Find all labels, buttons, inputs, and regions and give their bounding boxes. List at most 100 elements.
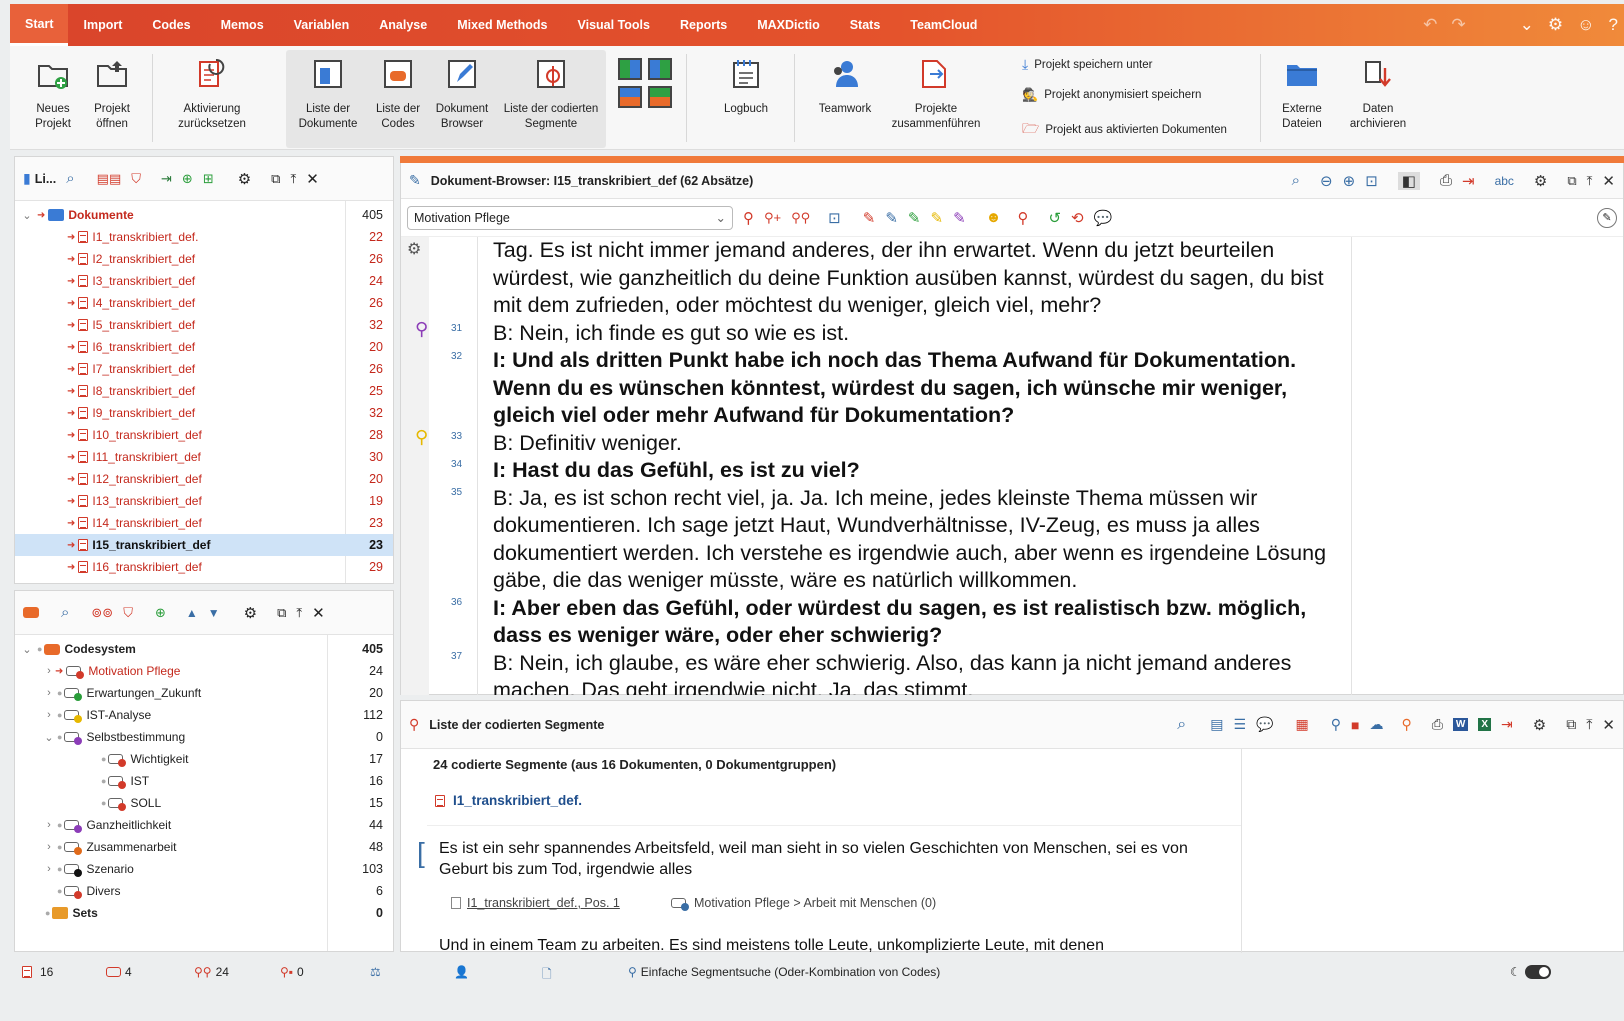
- overview-icon[interactable]: ▦: [1295, 716, 1308, 733]
- menu-tab-start[interactable]: Start: [10, 4, 69, 46]
- document-row[interactable]: ➜ I15_transkribiert_def 23: [15, 534, 393, 556]
- chevron-down-icon[interactable]: ⌄: [21, 643, 33, 656]
- status-segments[interactable]: ⚲⚲ 24: [194, 965, 229, 979]
- document-text-area[interactable]: ⚙ ⚲ ⚲ Tag. Es ist nicht immer jemand and…: [401, 237, 1351, 695]
- code-row[interactable]: ● SOLL 15: [15, 792, 393, 814]
- menu-tab-import[interactable]: Import: [68, 4, 137, 46]
- segment-card-1[interactable]: [ Es ist ein sehr spannendes Arbeitsfeld…: [417, 825, 1241, 915]
- maximize-icon[interactable]: ⤒: [1587, 173, 1593, 189]
- document-row[interactable]: ➜ I7_transkribiert_def 26: [15, 358, 393, 380]
- status-search-mode[interactable]: ⚲ Einfache Segmentsuche (Oder-Kombination…: [628, 965, 940, 979]
- code-row[interactable]: › ● IST-Analyse 112: [15, 704, 393, 726]
- highlight-green-icon[interactable]: ✎: [908, 209, 921, 227]
- undock-icon[interactable]: ⧉: [1566, 716, 1576, 733]
- symbol-code-icon[interactable]: ⚲: [1017, 209, 1028, 227]
- external-files-button[interactable]: Externe Dateien: [1272, 46, 1332, 150]
- zoom-in-icon[interactable]: ⊕: [1343, 172, 1356, 190]
- menu-tab-variablen[interactable]: Variablen: [279, 4, 365, 46]
- code-row[interactable]: ● IST 16: [15, 770, 393, 792]
- code-row[interactable]: ● Wichtigkeit 17: [15, 748, 393, 770]
- code-row[interactable]: › ➜ Motivation Pflege 24: [15, 660, 393, 682]
- highlight-red-icon[interactable]: ✎: [863, 209, 876, 227]
- document-row[interactable]: ➜ I5_transkribiert_def 32: [15, 314, 393, 336]
- document-row[interactable]: ➜ I3_transkribiert_def 24: [15, 270, 393, 292]
- document-row[interactable]: ➜ I4_transkribiert_def 26: [15, 292, 393, 314]
- status-user[interactable]: 👤: [454, 965, 469, 979]
- search-icon[interactable]: ⌕: [66, 170, 74, 187]
- code-row[interactable]: › ● Erwartungen_Zukunft 20: [15, 682, 393, 704]
- redo-icon[interactable]: ↷: [1451, 15, 1465, 35]
- gear-icon[interactable]: ⚙: [407, 239, 421, 259]
- document-row[interactable]: ➜ I13_transkribiert_def 19: [15, 490, 393, 512]
- layout-tiles-button[interactable]: [614, 46, 674, 150]
- chevron-right-icon[interactable]: ›: [43, 687, 55, 699]
- document-row[interactable]: ➜ I12_transkribiert_def 20: [15, 468, 393, 490]
- export-icon[interactable]: ⇥: [1501, 716, 1513, 733]
- menu-tab-reports[interactable]: Reports: [665, 4, 742, 46]
- code-row[interactable]: ● Divers 6: [15, 880, 393, 902]
- settings-gear-icon[interactable]: ⚙: [1548, 15, 1563, 35]
- code-add-icon[interactable]: ⚲: [1331, 716, 1341, 733]
- new-code-icon[interactable]: ⊕: [155, 605, 166, 621]
- new-group-icon[interactable]: ⊞: [203, 171, 214, 187]
- undock-icon[interactable]: ⧉: [1567, 173, 1576, 189]
- code-root-row[interactable]: ⌄ ● Codesystem 405: [15, 638, 393, 660]
- segment-1-source-link[interactable]: I1_transkribiert_def., Pos. 1: [467, 896, 620, 910]
- code-with-many-icon[interactable]: ⚲⚲: [791, 210, 810, 226]
- edit-mode-icon[interactable]: ✎: [1597, 207, 1617, 228]
- status-memos[interactable]: ⚲▪ 0: [280, 965, 304, 979]
- segment-card-2[interactable]: [ Und in einem Team zu arbeiten. Es sind…: [427, 931, 1241, 953]
- undo-icon[interactable]: ↶: [1423, 15, 1437, 35]
- sets-row[interactable]: ● Sets 0: [15, 902, 393, 924]
- project-from-activated-button[interactable]: 🗁 Projekt aus aktivierten Dokumenten: [1022, 118, 1227, 142]
- menu-tab-mixed-methods[interactable]: Mixed Methods: [442, 4, 562, 46]
- view-docs-icon[interactable]: ▤: [1210, 716, 1223, 733]
- code-with-new-icon[interactable]: ⚲+: [764, 210, 781, 226]
- new-project-button[interactable]: Neues Projekt: [30, 46, 76, 150]
- export-icon[interactable]: ⇥: [1462, 172, 1475, 190]
- close-icon[interactable]: ✕: [306, 170, 319, 188]
- view-comments-icon[interactable]: 💬: [1256, 716, 1273, 733]
- move-up-icon[interactable]: ▲: [186, 606, 198, 620]
- save-as-button[interactable]: ⤓ Projekt speichern unter: [1022, 56, 1152, 73]
- archive-data-button[interactable]: Daten archivieren: [1346, 46, 1410, 150]
- document-row[interactable]: ➜ I10_transkribiert_def 28: [15, 424, 393, 446]
- filter-icon[interactable]: ⛉: [131, 171, 141, 187]
- merge-projects-button[interactable]: Projekte zusammenführen: [886, 46, 986, 150]
- zoom-out-icon[interactable]: ⊖: [1320, 172, 1333, 190]
- reset-activation-button[interactable]: Aktivierung zurücksetzen: [170, 46, 254, 150]
- close-icon[interactable]: ✕: [312, 604, 325, 622]
- new-document-icon[interactable]: ⊕: [182, 171, 193, 187]
- highlight-purple-icon[interactable]: ✎: [953, 209, 966, 227]
- chevron-right-icon[interactable]: ›: [43, 709, 55, 721]
- document-root-row[interactable]: ⌄ ➜ Dokumente 405: [15, 204, 393, 226]
- menu-tab-stats[interactable]: Stats: [835, 4, 896, 46]
- chevron-down-icon[interactable]: ⌄: [21, 209, 33, 222]
- import-icon[interactable]: ⇥: [161, 171, 172, 187]
- chevron-right-icon[interactable]: ›: [43, 863, 55, 875]
- menu-tab-visual-tools[interactable]: Visual Tools: [563, 4, 665, 46]
- document-row[interactable]: ➜ I9_transkribiert_def 32: [15, 402, 393, 424]
- code-row[interactable]: › ● Szenario 103: [15, 858, 393, 880]
- menu-tab-memos[interactable]: Memos: [206, 4, 279, 46]
- activate-codes-icon[interactable]: ⊚⊚: [91, 605, 113, 621]
- document-row[interactable]: ➜ I1_transkribiert_def. 22: [15, 226, 393, 248]
- word-export-icon[interactable]: W: [1452, 718, 1469, 731]
- remove-coding-icon[interactable]: ⟲: [1071, 209, 1084, 227]
- gear-icon[interactable]: ⚙: [1534, 172, 1547, 190]
- save-anonymized-button[interactable]: 🕵 Projekt anonymisiert speichern: [1022, 87, 1201, 103]
- word-cloud-icon[interactable]: ☁: [1369, 716, 1383, 733]
- logbook-button[interactable]: Logbuch: [716, 46, 776, 150]
- help-icon[interactable]: ?: [1609, 15, 1618, 35]
- undock-icon[interactable]: ⧉: [277, 605, 286, 621]
- code-row[interactable]: › ● Zusammenarbeit 48: [15, 836, 393, 858]
- close-icon[interactable]: ✕: [1602, 172, 1615, 190]
- side-panel-icon[interactable]: ◧: [1397, 171, 1420, 190]
- smiley-icon[interactable]: ☺: [1577, 15, 1594, 35]
- chevron-right-icon[interactable]: ›: [43, 665, 55, 677]
- segment-document-header[interactable]: I1_transkribiert_def.: [435, 793, 582, 808]
- chevron-right-icon[interactable]: ›: [43, 819, 55, 831]
- code-selection-icon[interactable]: ⚲: [743, 209, 754, 227]
- chevron-down-icon[interactable]: ⌄: [43, 731, 55, 744]
- excel-export-icon[interactable]: X: [1478, 718, 1492, 731]
